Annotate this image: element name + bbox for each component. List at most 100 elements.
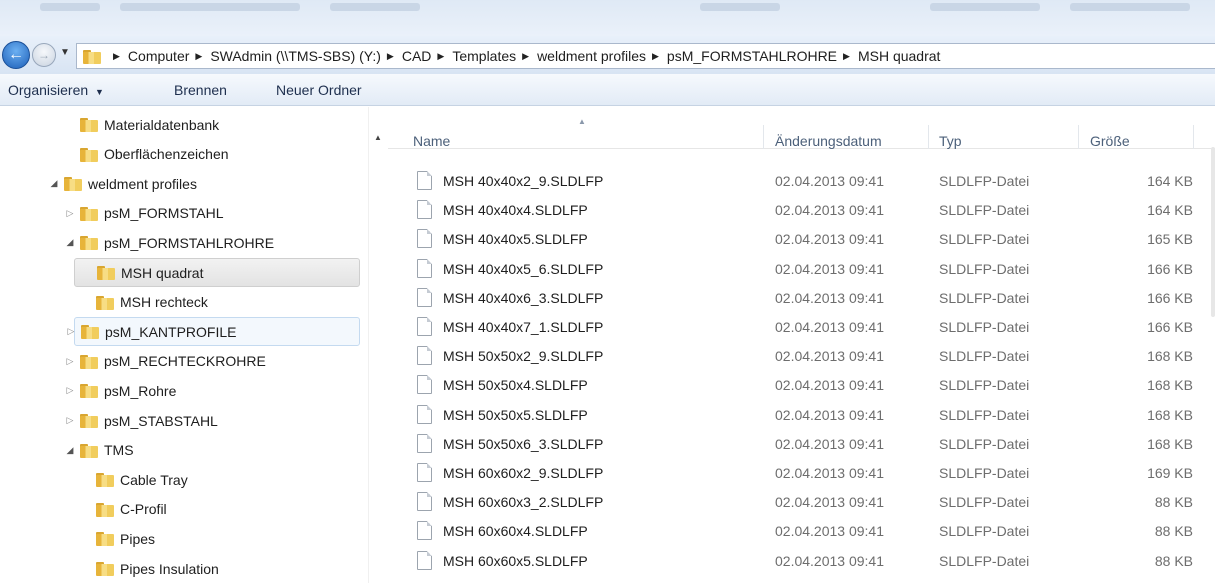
folder-icon (83, 49, 101, 64)
tree-item[interactable]: Pipes Insulation (80, 554, 219, 583)
file-name: MSH 60x60x2_9.SLDLFP (443, 465, 604, 481)
scroll-up-icon[interactable]: ▲ (374, 133, 382, 142)
file-type: SLDLFP-Datei (939, 202, 1030, 219)
folder-icon (64, 176, 82, 192)
file-name: MSH 40x40x4.SLDLFP (443, 202, 588, 219)
file-row[interactable]: MSH 50x50x5.SLDLFP 02.04.2013 09:41 SLDLFP… (388, 401, 1215, 430)
file-row[interactable]: MSH 40x40x2_9.SLDLFP 02.04.2013 09:41 SLDL… (388, 167, 1215, 196)
expander-icon[interactable]: ◢ (64, 237, 76, 248)
file-row[interactable]: MSH 50x50x2_9.SLDLFP 02.04.2013 09:41 SLDL… (388, 342, 1215, 371)
tree-item[interactable]: Pipes (80, 524, 155, 553)
tree-item-label: MSH quadrat (121, 264, 204, 281)
file-date: 02.04.2013 09:41 (775, 173, 884, 189)
file-icon (417, 433, 432, 453)
file-icon (417, 200, 432, 220)
column-divider[interactable] (928, 125, 929, 149)
new-folder-button[interactable]: Neuer Ordner (276, 82, 362, 98)
column-divider[interactable] (763, 125, 764, 149)
tree-item[interactable]: ◢ weldment profiles (48, 169, 197, 198)
column-header-type[interactable]: Typ (939, 133, 962, 149)
file-row[interactable]: MSH 40x40x7_1.SLDLFP 02.04.2013 09:41 SLDL… (388, 313, 1215, 342)
file-row[interactable]: MSH 60x60x5.SLDLFP 02.04.2013 09:41 SLDLFP… (388, 547, 1215, 576)
tree-item[interactable]: ▷ psM_RECHTECKROHRE (64, 347, 266, 376)
file-row[interactable]: MSH 60x60x4.SLDLFP 02.04.2013 09:41 SLDLFP… (388, 517, 1215, 546)
expander-icon[interactable]: ▷ (65, 326, 77, 337)
file-row[interactable]: MSH 40x40x5_6.SLDLFP 02.04.2013 09:41 SLDL… (388, 255, 1215, 284)
expander-icon[interactable]: ▷ (64, 208, 76, 219)
tree-item-label: psM_FORMSTAHL (104, 205, 224, 222)
tree-item[interactable]: C-Profil (80, 495, 167, 524)
back-button[interactable]: ← (2, 41, 30, 69)
column-header-name[interactable]: Name (413, 133, 450, 149)
tree-item[interactable]: Oberflächenzeichen (64, 140, 229, 169)
file-row[interactable]: MSH 40x40x6_3.SLDLFP 02.04.2013 09:41 SLDL… (388, 284, 1215, 313)
breadcrumb-segment[interactable]: ▶ Templates (431, 48, 516, 64)
tree-item[interactable]: MSH quadrat (74, 258, 360, 287)
breadcrumb-segment[interactable]: ▶ MSH quadrat (837, 48, 940, 64)
breadcrumb-separator-icon[interactable]: ▶ (843, 51, 850, 62)
column-divider[interactable] (1078, 125, 1079, 149)
breadcrumb-separator-icon[interactable]: ▶ (195, 51, 202, 62)
file-name: MSH 50x50x2_9.SLDLFP (443, 348, 604, 365)
breadcrumb-separator-icon[interactable]: ▶ (437, 51, 444, 62)
column-header-date[interactable]: Änderungsdatum (775, 133, 882, 149)
file-size: 88 KB (1154, 523, 1193, 540)
breadcrumb-separator-icon[interactable]: ▶ (522, 51, 529, 62)
forward-button[interactable]: → (32, 43, 56, 67)
breadcrumb-segment[interactable]: ▶ SWAdmin (\\TMS-SBS) (Y:) (189, 48, 381, 64)
breadcrumb-segment[interactable]: ▶ psM_FORMSTAHLROHRE (646, 48, 837, 64)
breadcrumb-separator-icon[interactable]: ▶ (387, 51, 394, 62)
file-date: 02.04.2013 09:41 (775, 231, 884, 248)
tree-item[interactable]: Materialdatenbank (64, 110, 219, 139)
navigation-scrollbar[interactable]: ▲ (368, 107, 386, 583)
file-name: MSH 60x60x5.SLDLFP (443, 552, 588, 569)
file-name: MSH 40x40x2_9.SLDLFP (443, 173, 604, 189)
tree-item[interactable]: ◢ psM_FORMSTAHLROHRE (64, 228, 275, 257)
breadcrumb-segment[interactable]: ▶ CAD (381, 48, 431, 64)
breadcrumb-separator-icon[interactable]: ▶ (652, 51, 659, 62)
tree-item[interactable]: ▷ psM_FORMSTAHL (64, 199, 224, 228)
tree-item-label: Materialdatenbank (104, 116, 220, 133)
breadcrumb: ▶ Computer ▶ SWAdmin (\\TMS-SBS) (Y:) ▶ CAD ▶ T… (107, 48, 940, 64)
file-row[interactable]: MSH 60x60x2_9.SLDLFP 02.04.2013 09:41 SLDL… (388, 459, 1215, 488)
organize-button[interactable]: Organisieren ▼ (8, 82, 104, 98)
file-row[interactable]: MSH 60x60x3_2.SLDLFP 02.04.2013 09:41 SLDL… (388, 488, 1215, 517)
breadcrumb-label: weldment profiles (537, 48, 646, 64)
file-size: 164 KB (1147, 202, 1193, 219)
tree-item[interactable]: MSH rechteck (80, 288, 208, 317)
tree-item[interactable]: ▷ psM_Rohre (64, 376, 177, 405)
expander-icon[interactable]: ◢ (48, 178, 60, 189)
breadcrumb-segment[interactable]: ▶ Computer (107, 48, 189, 64)
history-dropdown-button[interactable]: ▼ (60, 47, 70, 58)
folder-icon (80, 443, 98, 458)
file-row[interactable]: MSH 40x40x5.SLDLFP 02.04.2013 09:41 SLDLFP… (388, 225, 1215, 254)
file-list-pane: ▲ Name Änderungsdatum Typ Größe MSH 40x4… (388, 107, 1215, 583)
tree-item[interactable]: ▷ psM_STABSTAHL (64, 406, 218, 435)
folder-icon (80, 206, 98, 221)
address-bar[interactable]: ▶ Computer ▶ SWAdmin (\\TMS-SBS) (Y:) ▶ CAD ▶ T… (76, 43, 1215, 69)
file-name: MSH 60x60x4.SLDLFP (443, 523, 588, 540)
breadcrumb-separator-icon[interactable]: ▶ (113, 51, 120, 62)
tree-item[interactable]: ▷ psM_KANTPROFILE (68, 317, 360, 347)
file-name: MSH 50x50x5.SLDLFP (443, 406, 588, 423)
file-row[interactable]: MSH 40x40x4.SLDLFP 02.04.2013 09:41 SLDLFP… (388, 196, 1215, 225)
file-list-scrollbar[interactable] (1211, 147, 1215, 317)
expander-icon[interactable]: ◢ (64, 445, 76, 456)
expander-icon[interactable]: ▷ (64, 356, 76, 367)
file-type: SLDLFP-Datei (939, 319, 1030, 335)
tree-item[interactable]: Cable Tray (80, 465, 188, 494)
file-name: MSH 40x40x6_3.SLDLFP (443, 289, 604, 306)
file-type: SLDLFP-Datei (939, 406, 1030, 423)
tree-item[interactable]: ◢ TMS (64, 436, 134, 465)
file-row[interactable]: MSH 50x50x4.SLDLFP 02.04.2013 09:41 SLDLFP… (388, 371, 1215, 400)
column-header-size[interactable]: Größe (1090, 133, 1130, 149)
burn-button[interactable]: Brennen (174, 82, 227, 98)
file-size: 168 KB (1147, 435, 1193, 452)
breadcrumb-segment[interactable]: ▶ weldment profiles (516, 48, 646, 64)
column-divider[interactable] (1193, 125, 1194, 149)
arrow-left-icon: ← (8, 46, 24, 63)
file-icon (417, 521, 432, 541)
file-row[interactable]: MSH 50x50x6_3.SLDLFP 02.04.2013 09:41 SLDL… (388, 430, 1215, 459)
expander-icon[interactable]: ▷ (64, 415, 76, 426)
expander-icon[interactable]: ▷ (64, 385, 76, 396)
